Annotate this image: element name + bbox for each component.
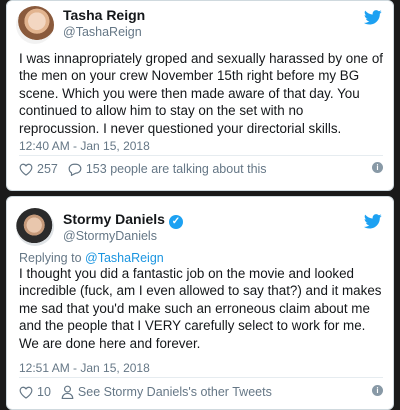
like-count: 10 xyxy=(37,385,51,399)
other-tweets-link[interactable]: See Stormy Daniels's other Tweets xyxy=(61,385,272,399)
other-tweets-label: See Stormy Daniels's other Tweets xyxy=(77,385,272,399)
author-handle[interactable]: @StormyDaniels xyxy=(63,229,157,243)
like-button[interactable]: 257 xyxy=(19,162,58,176)
author-name[interactable]: Tasha Reign xyxy=(63,7,145,23)
talking-count-label: 153 people are talking about this xyxy=(85,162,267,176)
comment-icon xyxy=(68,163,82,176)
twitter-bird-icon[interactable] xyxy=(364,214,382,229)
avatar[interactable] xyxy=(16,6,54,44)
person-icon xyxy=(61,385,74,399)
like-count: 257 xyxy=(37,162,58,176)
replying-handle-link[interactable]: @TashaReign xyxy=(85,251,164,265)
author-handle[interactable]: @TashaReign xyxy=(63,25,142,39)
info-icon[interactable]: i xyxy=(372,162,383,173)
info-icon[interactable]: i xyxy=(372,385,383,396)
twitter-bird-icon[interactable] xyxy=(364,10,382,25)
tweet-actions: 10 See Stormy Daniels's other Tweets i xyxy=(19,382,383,402)
divider xyxy=(19,377,383,378)
like-button[interactable]: 10 xyxy=(19,385,51,399)
tweet-actions: 257 153 people are talking about this i xyxy=(19,159,383,179)
heart-icon xyxy=(19,386,33,399)
verified-badge-icon: ✓ xyxy=(168,215,183,229)
replying-label: Replying to xyxy=(19,251,82,265)
heart-icon xyxy=(19,163,33,176)
tweet-card-tasha: Tasha Reign @TashaReign I was innapropri… xyxy=(6,0,394,191)
divider xyxy=(19,155,383,156)
talking-link[interactable]: 153 people are talking about this xyxy=(68,162,267,176)
tweet-text: I thought you did a fantastic job on the… xyxy=(19,266,382,351)
tweet-timestamp[interactable]: 12:40 AM - Jan 15, 2018 xyxy=(19,139,150,153)
tweet-text: I was innapropriately groped and sexuall… xyxy=(19,51,384,136)
tweet-timestamp[interactable]: 12:51 AM - Jan 15, 2018 xyxy=(19,361,150,375)
replying-to: Replying to @TashaReign xyxy=(19,251,164,265)
avatar[interactable] xyxy=(16,208,54,246)
author-name[interactable]: Stormy Daniels ✓ xyxy=(63,211,183,229)
author-name-text: Stormy Daniels xyxy=(63,211,165,227)
tweet-card-stormy: Stormy Daniels ✓ @StormyDaniels Replying … xyxy=(6,196,394,410)
